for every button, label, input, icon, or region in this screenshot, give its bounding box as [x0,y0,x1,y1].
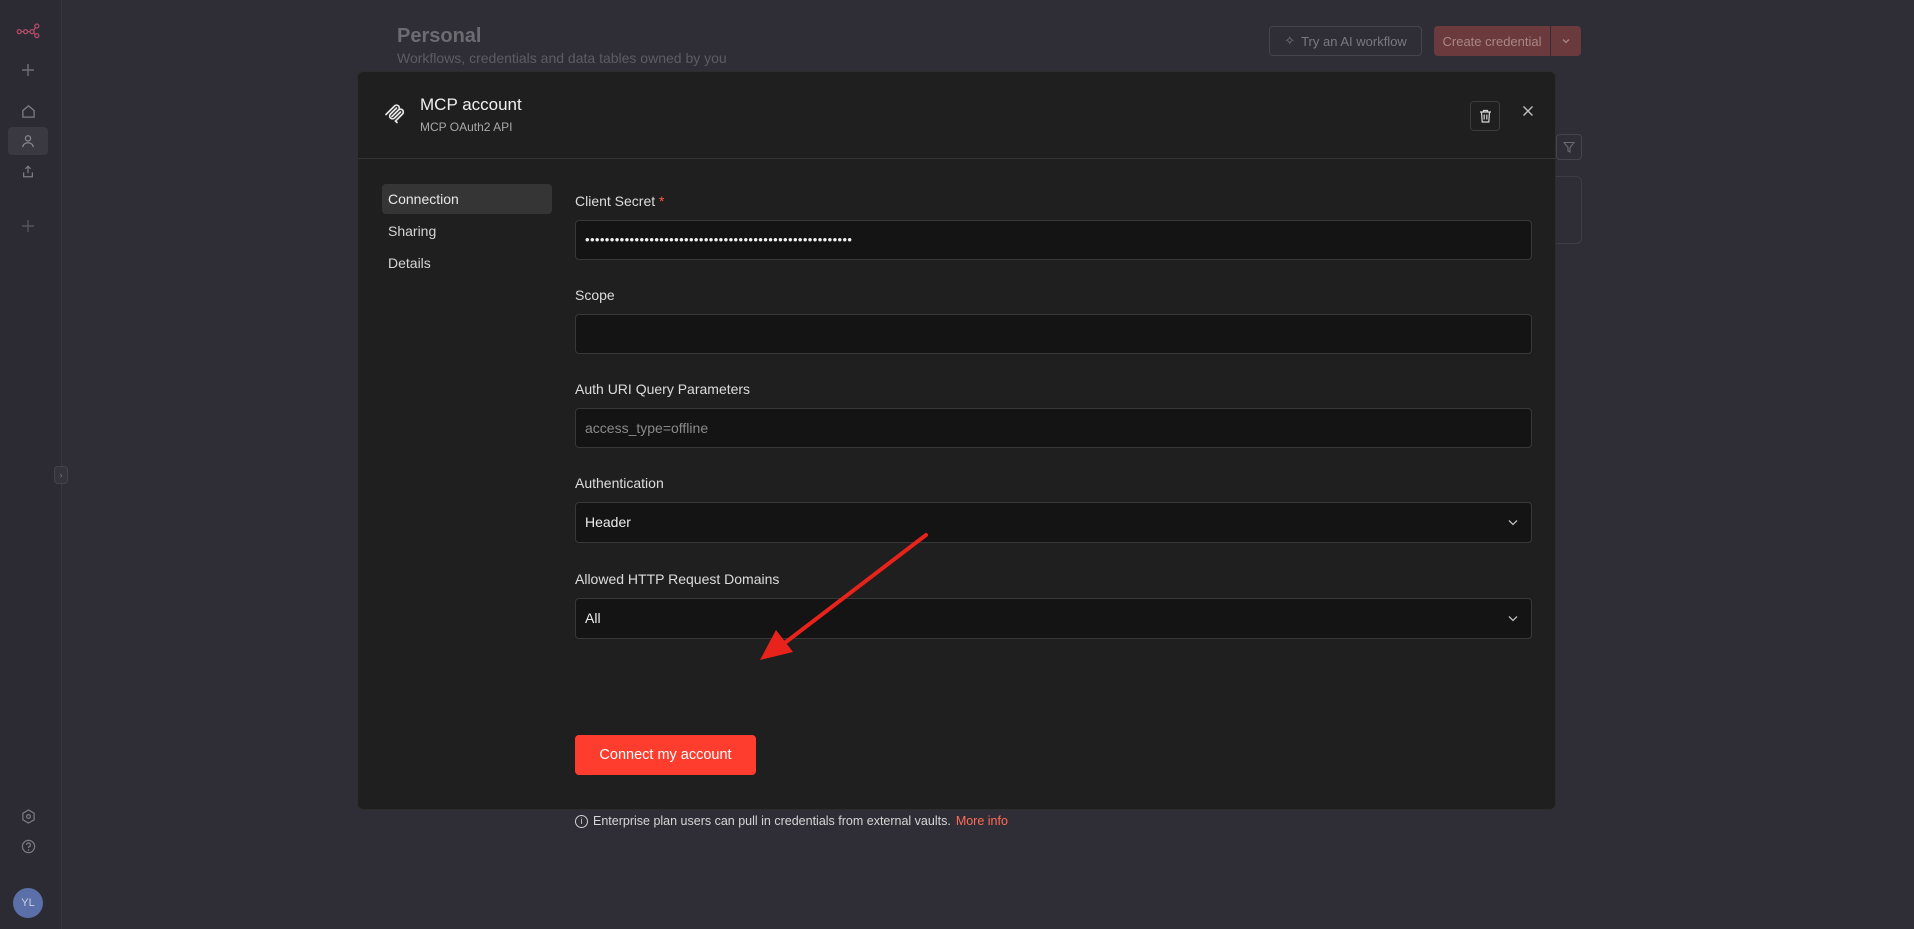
allowed-domains-label: Allowed HTTP Request Domains [575,571,780,587]
close-icon [1523,106,1533,116]
authentication-label: Authentication [575,475,664,491]
authentication-select[interactable]: Header [575,502,1532,543]
nav-item-sharing[interactable]: Sharing [382,216,552,246]
authentication-field: Authentication Header [575,473,1532,543]
chevron-down-icon [1508,616,1518,622]
nav-item-details[interactable]: Details [382,248,552,278]
auth-uri-query-field: Auth URI Query Parameters [575,379,1532,448]
connect-account-button[interactable]: Connect my account [575,735,756,775]
create-credential-dropdown[interactable] [1551,26,1581,56]
client-secret-label: Client Secret * [575,191,1532,211]
modal-title: MCP account [420,95,522,114]
templates-icon[interactable] [16,804,40,828]
client-secret-input[interactable]: ••••••••••••••••••••••••••••••••••••••••… [575,220,1532,260]
plus-icon[interactable] [16,214,40,238]
authentication-value: Header [585,514,631,530]
scope-field: Scope [575,285,1532,354]
chevron-down-icon [1562,39,1570,44]
try-ai-workflow-label: Try an AI workflow [1301,33,1407,49]
allowed-domains-value: All [585,610,601,626]
scope-input[interactable] [575,314,1532,354]
required-mark: * [659,193,665,209]
client-secret-label-text: Client Secret [575,193,656,209]
auth-uri-query-label: Auth URI Query Parameters [575,381,751,397]
delete-credential-button[interactable] [1470,101,1500,131]
filter-icon [1563,141,1575,153]
info-icon: i [575,814,588,828]
credential-modal: MCP account MCP OAuth2 API Connection Sh… [357,71,1556,828]
try-ai-workflow-button[interactable]: ✧ Try an AI workflow [1269,26,1422,56]
filter-button[interactable] [1556,134,1582,160]
scope-label: Scope [575,287,615,303]
client-secret-field: Client Secret * ••••••••••••••••••••••••… [575,191,1532,260]
auth-uri-query-input[interactable] [575,408,1532,448]
modal-subtitle: MCP OAuth2 API [420,120,513,134]
close-button[interactable] [1517,100,1539,122]
help-icon[interactable] [16,834,40,858]
avatar[interactable]: YL [13,888,43,918]
chevron-down-icon [1508,520,1518,526]
vault-info: i Enterprise plan users can pull in cred… [575,814,1008,828]
page-title: Personal [397,25,482,47]
home-icon[interactable] [16,99,40,123]
n8n-logo-icon[interactable] [16,18,40,42]
allowed-domains-select[interactable]: All [575,598,1532,639]
mcp-logo-icon [383,103,407,127]
plus-icon[interactable] [16,58,40,82]
vault-info-text: Enterprise plan users can pull in creden… [593,814,951,828]
share-icon[interactable] [16,159,40,183]
modal-nav: Connection Sharing Details [382,184,552,280]
create-credential-button[interactable]: Create credential [1434,26,1550,56]
sparkle-icon: ✧ [1284,33,1296,48]
page-subtitle: Workflows, credentials and data tables o… [397,50,727,66]
nav-item-connection[interactable]: Connection [382,184,552,214]
trash-icon [1479,109,1491,123]
sidebar-collapse-toggle[interactable]: › [54,466,68,484]
more-info-link[interactable]: More info [956,814,1008,828]
allowed-domains-field: Allowed HTTP Request Domains All [575,569,1532,639]
modal-header: MCP account MCP OAuth2 API [358,72,1555,159]
user-icon[interactable] [8,127,48,155]
sidebar: YL [0,0,62,929]
